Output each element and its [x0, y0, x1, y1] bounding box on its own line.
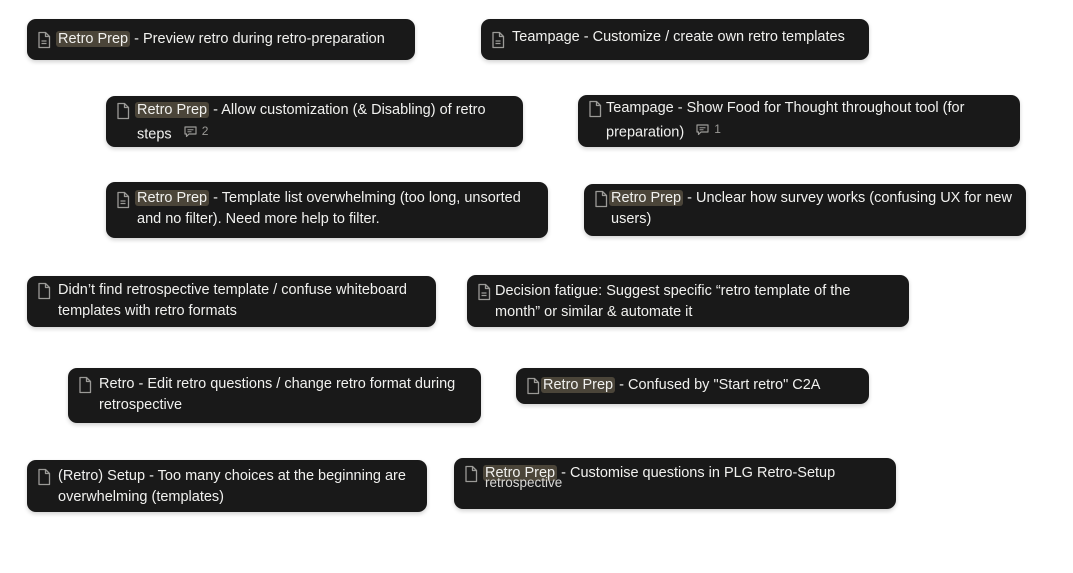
card-decision-fatigue[interactable]: Decision fatigue: Suggest specific “retr…	[467, 275, 909, 327]
page-icon	[38, 31, 51, 49]
retro-prep-tag: Retro Prep	[609, 190, 684, 206]
page-icon	[492, 31, 505, 49]
card-title: Didn’t find retrospective template / con…	[58, 282, 407, 319]
card-didnt-find-template[interactable]: Didn’t find retrospective template / con…	[27, 276, 436, 327]
page-icon	[589, 100, 602, 118]
card-title: - Customise questions in PLG Retro-Setup	[557, 465, 836, 481]
retro-prep-tag: Retro Prep	[541, 377, 616, 393]
card-title: Teampage - Customize / create own retro …	[512, 29, 845, 45]
card-preview-retro[interactable]: Retro Prep - Preview retro during retro-…	[27, 19, 415, 60]
page-icon	[478, 283, 491, 301]
page-icon	[595, 190, 608, 208]
card-title: Teampage - Show Food for Thought through…	[606, 100, 965, 141]
comment-icon	[184, 125, 197, 137]
card-template-list[interactable]: Retro Prep - Template list overwhelming …	[106, 182, 548, 238]
page-icon	[38, 282, 51, 300]
retro-prep-tag: Retro Prep	[135, 102, 210, 118]
page-icon	[117, 191, 130, 209]
card-setup-choices[interactable]: (Retro) Setup - Too many choices at the …	[27, 460, 427, 512]
card-start-retro[interactable]: Retro Prep - Confused by "Start retro" C…	[516, 368, 869, 404]
page-icon	[527, 377, 540, 395]
card-teampage-templates[interactable]: Teampage - Customize / create own retro …	[481, 19, 869, 60]
card-title: - Preview retro during retro-preparation	[130, 31, 385, 47]
comment-count-value: 1	[714, 122, 721, 136]
comment-icon	[696, 123, 709, 135]
page-icon	[79, 376, 92, 394]
card-survey[interactable]: Retro Prep - Unclear how survey works (c…	[584, 184, 1026, 236]
card-title: (Retro) Setup - Too many choices at the …	[58, 468, 406, 505]
card-title: - Confused by "Start retro" C2A	[615, 377, 821, 393]
card-edit-retro-questions[interactable]: Retro - Edit retro questions / change re…	[68, 368, 481, 423]
comment-count[interactable]: 1	[696, 119, 721, 140]
card-customise-questions[interactable]: Retro Prep - Customise questions in PLG …	[454, 458, 896, 509]
page-icon	[465, 465, 478, 483]
page-icon	[117, 102, 130, 120]
retro-prep-tag: Retro Prep	[56, 31, 131, 47]
card-title: Retro - Edit retro questions / change re…	[99, 376, 456, 413]
page-icon	[38, 468, 51, 486]
retro-prep-tag: Retro Prep	[135, 190, 210, 206]
card-allow-customization[interactable]: Retro Prep - Allow customization (& Disa…	[106, 96, 523, 147]
card-food-for-thought[interactable]: Teampage - Show Food for Thought through…	[578, 95, 1020, 147]
card-text: Retro Prep - Preview retro during retro-…	[56, 31, 385, 47]
comment-count[interactable]: 2	[184, 121, 209, 142]
card-title: Decision fatigue: Suggest specific “retr…	[495, 283, 851, 320]
comment-count-value: 2	[201, 124, 209, 138]
